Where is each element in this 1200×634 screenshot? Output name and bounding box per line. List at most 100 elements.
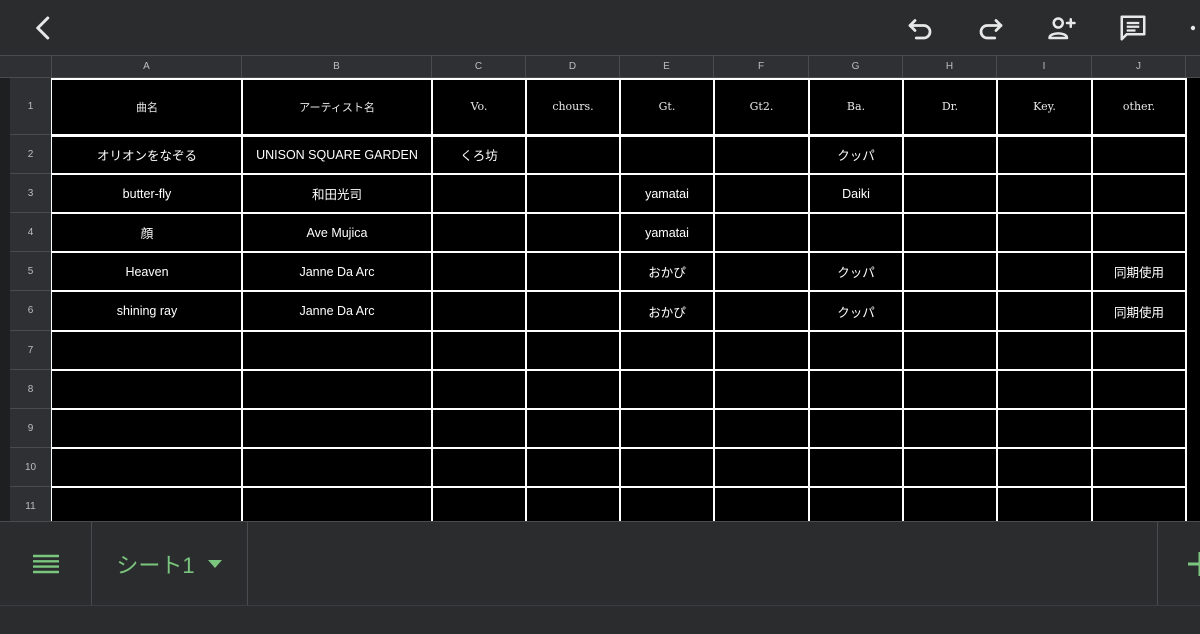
cell-j9[interactable] (1092, 409, 1186, 448)
cell-e11[interactable] (620, 487, 714, 521)
cell-j5[interactable]: 同期使用 (1092, 252, 1186, 291)
redo-button[interactable] (971, 8, 1011, 48)
cell-b7[interactable] (242, 331, 432, 370)
cell-i9[interactable] (997, 409, 1092, 448)
cell-c4[interactable] (432, 213, 526, 252)
cell-b5[interactable]: Janne Da Arc (242, 252, 432, 291)
cell-h5[interactable] (903, 252, 997, 291)
cell-f2[interactable] (714, 135, 809, 174)
cell-g10[interactable] (809, 448, 903, 487)
cell-c1[interactable]: Vo. (432, 78, 526, 135)
spreadsheet-grid[interactable]: A B C D E F G H I J 1 2 3 4 5 6 7 8 9 10 11 曲名 アーティスト名 Vo. chour… (0, 56, 1200, 521)
cell-a8[interactable] (52, 370, 242, 409)
cell-g2[interactable]: クッパ (809, 135, 903, 174)
cell-c9[interactable] (432, 409, 526, 448)
more-options-button[interactable] (1180, 8, 1200, 48)
cell-e7[interactable] (620, 331, 714, 370)
row-header-7[interactable]: 7 (10, 331, 52, 370)
cell-i4[interactable] (997, 213, 1092, 252)
cell-i7[interactable] (997, 331, 1092, 370)
row-header-4[interactable]: 4 (10, 213, 52, 252)
column-header-g[interactable]: G (809, 56, 903, 78)
cell-h4[interactable] (903, 213, 997, 252)
cell-g8[interactable] (809, 370, 903, 409)
cell-i2[interactable] (997, 135, 1092, 174)
cell-f8[interactable] (714, 370, 809, 409)
cell-a1[interactable]: 曲名 (52, 78, 242, 135)
cell-f7[interactable] (714, 331, 809, 370)
cell-f10[interactable] (714, 448, 809, 487)
cell-j6[interactable]: 同期使用 (1092, 291, 1186, 331)
cell-a11[interactable] (52, 487, 242, 521)
share-button[interactable] (1042, 8, 1082, 48)
cell-j8[interactable] (1092, 370, 1186, 409)
column-header-j[interactable]: J (1092, 56, 1186, 78)
row-header-2[interactable]: 2 (10, 135, 52, 174)
cell-f11[interactable] (714, 487, 809, 521)
row-header-8[interactable]: 8 (10, 370, 52, 409)
cell-i3[interactable] (997, 174, 1092, 213)
cell-b1[interactable]: アーティスト名 (242, 78, 432, 135)
cell-e9[interactable] (620, 409, 714, 448)
cell-f1[interactable]: Gt2. (714, 78, 809, 135)
cell-g11[interactable] (809, 487, 903, 521)
cell-d10[interactable] (526, 448, 620, 487)
cell-b6[interactable]: Janne Da Arc (242, 291, 432, 331)
cell-b11[interactable] (242, 487, 432, 521)
cell-d2[interactable] (526, 135, 620, 174)
row-header-5[interactable]: 5 (10, 252, 52, 291)
cell-d7[interactable] (526, 331, 620, 370)
cell-b3[interactable]: 和田光司 (242, 174, 432, 213)
cell-h2[interactable] (903, 135, 997, 174)
cell-f3[interactable] (714, 174, 809, 213)
cell-e2[interactable] (620, 135, 714, 174)
cell-i1[interactable]: Key. (997, 78, 1092, 135)
cell-a10[interactable] (52, 448, 242, 487)
cell-e1[interactable]: Gt. (620, 78, 714, 135)
cell-h8[interactable] (903, 370, 997, 409)
cell-e6[interactable]: おかぴ (620, 291, 714, 331)
cell-a4[interactable]: 顔 (52, 213, 242, 252)
cell-e5[interactable]: おかぴ (620, 252, 714, 291)
cell-g1[interactable]: Ba. (809, 78, 903, 135)
cell-j11[interactable] (1092, 487, 1186, 521)
cell-a6[interactable]: shining ray (52, 291, 242, 331)
cell-b10[interactable] (242, 448, 432, 487)
row-header-11[interactable]: 11 (10, 487, 52, 521)
cell-g3[interactable]: Daiki (809, 174, 903, 213)
cell-i6[interactable] (997, 291, 1092, 331)
cell-f6[interactable] (714, 291, 809, 331)
cell-c3[interactable] (432, 174, 526, 213)
column-header-a[interactable]: A (52, 56, 242, 78)
cell-d3[interactable] (526, 174, 620, 213)
cell-i11[interactable] (997, 487, 1092, 521)
cell-j1[interactable]: other. (1092, 78, 1186, 135)
cell-b2[interactable]: UNISON SQUARE GARDEN (242, 135, 432, 174)
cell-f9[interactable] (714, 409, 809, 448)
cell-g6[interactable]: クッパ (809, 291, 903, 331)
column-header-k[interactable] (1186, 56, 1200, 78)
cell-b4[interactable]: Ave Mujica (242, 213, 432, 252)
cell-c6[interactable] (432, 291, 526, 331)
cell-d8[interactable] (526, 370, 620, 409)
select-all-corner[interactable] (0, 56, 52, 78)
cell-i10[interactable] (997, 448, 1092, 487)
cell-j3[interactable] (1092, 174, 1186, 213)
cell-d9[interactable] (526, 409, 620, 448)
cell-c2[interactable]: くろ坊 (432, 135, 526, 174)
cell-h6[interactable] (903, 291, 997, 331)
cell-a5[interactable]: Heaven (52, 252, 242, 291)
sheets-menu-button[interactable] (0, 522, 92, 606)
sheet-tab-1[interactable]: シート1 (92, 522, 248, 606)
cell-j7[interactable] (1092, 331, 1186, 370)
cell-d11[interactable] (526, 487, 620, 521)
cell-j4[interactable] (1092, 213, 1186, 252)
cell-e3[interactable]: yamatai (620, 174, 714, 213)
column-header-b[interactable]: B (242, 56, 432, 78)
column-header-c[interactable]: C (432, 56, 526, 78)
cell-d4[interactable] (526, 213, 620, 252)
row-header-1[interactable]: 1 (10, 78, 52, 135)
cell-j2[interactable] (1092, 135, 1186, 174)
cell-e10[interactable] (620, 448, 714, 487)
cell-b9[interactable] (242, 409, 432, 448)
